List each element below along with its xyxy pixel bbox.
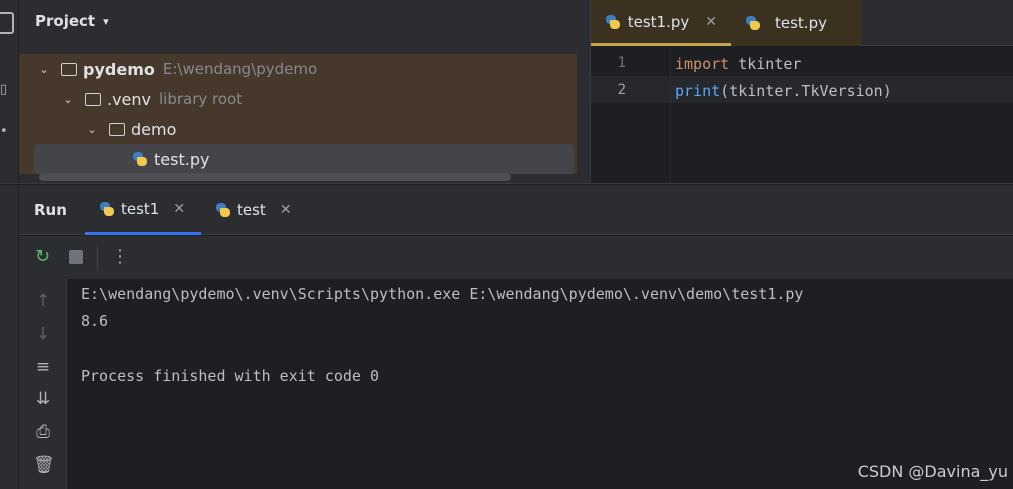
editor-tab-label: test1.py [627, 12, 690, 31]
watermark: CSDN @Davina_yu [857, 462, 1008, 481]
chevron-down-icon: ⌄ [63, 92, 73, 106]
editor-tab-bar: test1.py ✕ test.py [591, 0, 1013, 46]
console-line: Process finished with exit code 0 [81, 367, 380, 385]
console-output[interactable]: E:\wendang\pydemo\.venv\Scripts\python.e… [67, 279, 1013, 489]
console-side-toolbar: ↑ ↓ ≡ ⇊ ⎙ 🗑 [19, 279, 67, 489]
line-gutter: 1 2 [591, 47, 671, 183]
python-file-icon [605, 14, 620, 30]
tree-item-demo[interactable]: ⌄ demo [19, 114, 577, 144]
folder-icon [109, 122, 125, 136]
print-icon[interactable]: ⎙ [33, 422, 53, 442]
trash-icon[interactable]: 🗑 [33, 455, 55, 475]
run-tab-label: test1 [121, 199, 160, 218]
python-file-icon [745, 15, 761, 31]
tree-item-label: .venv [107, 89, 152, 109]
run-tab-test1[interactable]: test1 ✕ [85, 185, 201, 235]
rerun-icon[interactable]: ↻ [35, 246, 50, 267]
scroll-to-end-icon[interactable]: ⇊ [33, 389, 53, 409]
editor-tab-label: test.py [775, 14, 827, 32]
editor-panel: test1.py ✕ test.py 1 2 import tkinter pr… [590, 0, 1013, 183]
code-text: tkinter [729, 55, 802, 73]
python-file-icon [99, 201, 115, 217]
run-title: Run [34, 201, 67, 219]
editor-tab-test[interactable]: test.py [731, 0, 861, 46]
more-options-icon[interactable]: ⋮ [111, 246, 129, 267]
line-number: 2 [617, 82, 626, 98]
run-toolbar: ↻ ⋮ [19, 236, 1013, 279]
activity-bar: ▯ • [0, 0, 19, 489]
more-tools-icon[interactable]: • [0, 124, 8, 139]
folder-icon [61, 62, 77, 76]
chevron-down-icon: ⌄ [39, 62, 49, 76]
close-icon[interactable]: ✕ [705, 14, 717, 30]
chevron-down-icon: ▾ [103, 14, 109, 28]
console-line: E:\wendang\pydemo\.venv\Scripts\python.e… [81, 285, 804, 303]
close-icon[interactable]: ✕ [173, 201, 185, 217]
tree-item-test-py[interactable]: test.py [34, 144, 574, 174]
folder-icon [85, 92, 101, 106]
console-line: 8.6 [81, 312, 109, 330]
chevron-down-icon: ⌄ [87, 122, 97, 136]
stop-icon[interactable] [69, 250, 83, 264]
soft-wrap-icon[interactable]: ≡ [33, 357, 53, 377]
python-file-icon [215, 202, 231, 218]
tree-item-pydemo[interactable]: ⌄ pydemo E:\wendang\pydemo [19, 54, 577, 84]
tree-item-venv[interactable]: ⌄ .venv library root [19, 84, 577, 114]
run-tab-test[interactable]: test ✕ [215, 185, 315, 235]
arrow-down-icon[interactable]: ↓ [33, 324, 53, 344]
arrow-up-icon[interactable]: ↑ [33, 291, 53, 311]
run-header: Run test1 ✕ test ✕ [19, 185, 1013, 235]
structure-tool-icon[interactable]: ▯ [0, 82, 7, 97]
project-title: Project [35, 12, 96, 30]
code-text: (tkinter.TkVersion) [720, 82, 892, 100]
toolbar-divider [97, 246, 98, 270]
project-tool-icon[interactable] [0, 12, 14, 34]
tree-item-hint: E:\wendang\pydemo [162, 60, 318, 78]
python-file-icon [132, 151, 148, 167]
code-line-1[interactable]: import tkinter [675, 55, 801, 73]
close-icon[interactable]: ✕ [280, 202, 292, 218]
tree-item-hint: library root [159, 90, 243, 108]
code-keyword: import [675, 55, 730, 73]
project-panel: Project ▾ ⌄ pydemo E:\wendang\pydemo ⌄ .… [19, 0, 590, 183]
tree-item-label: pydemo [83, 59, 155, 79]
tree-item-label: test.py [154, 149, 210, 169]
tree-item-label: demo [131, 119, 177, 139]
horizontal-scrollbar[interactable] [39, 173, 511, 181]
code-line-2[interactable]: print(tkinter.TkVersion) [675, 82, 892, 100]
line-number: 1 [617, 55, 626, 71]
editor-tab-test1[interactable]: test1.py ✕ [591, 0, 731, 46]
code-function: print [675, 82, 721, 100]
run-tab-label: test [237, 201, 266, 219]
project-header[interactable]: Project ▾ [35, 12, 109, 30]
